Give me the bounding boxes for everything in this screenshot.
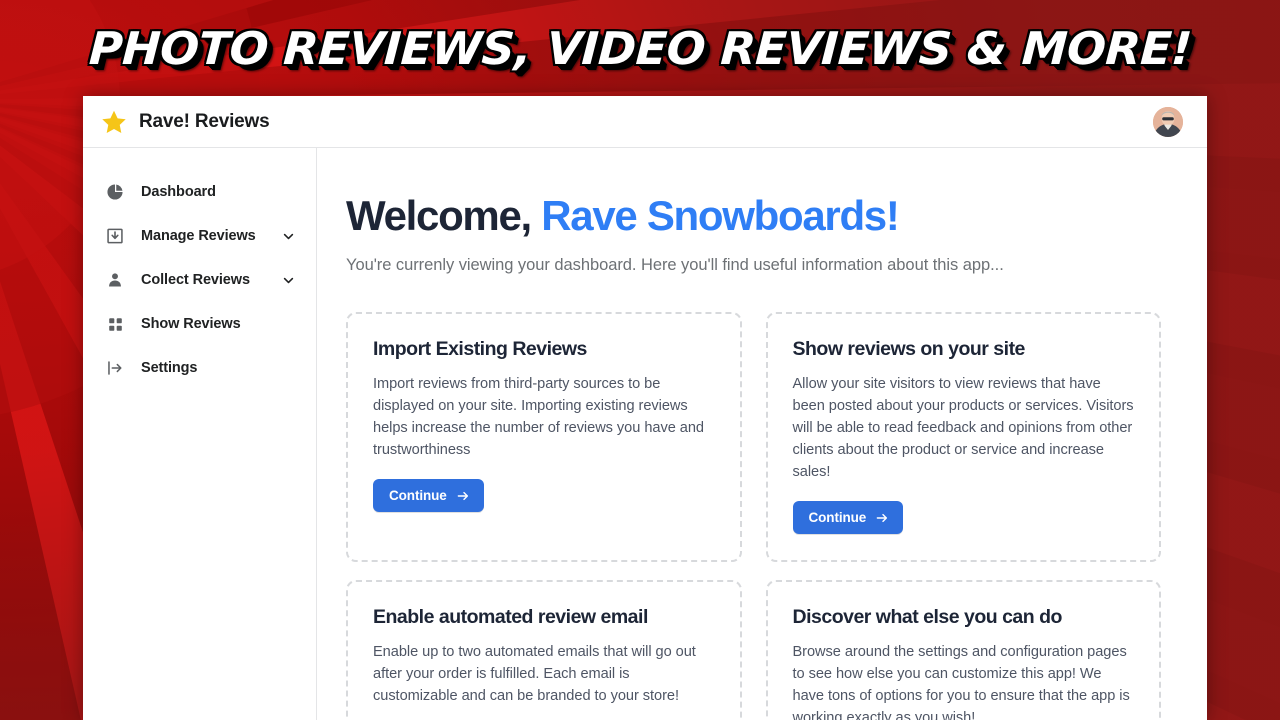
store-name: Rave Snowboards! — [541, 192, 900, 239]
card-body: Allow your site visitors to view reviews… — [792, 376, 1134, 481]
sidebar-item-collect-reviews[interactable]: Collect Reviews — [83, 258, 316, 302]
chevron-down-icon[interactable] — [281, 229, 296, 244]
app-topbar: Rave! Reviews — [83, 96, 1207, 148]
main-content: Welcome, Rave Snowboards! You're currenl… — [317, 148, 1207, 720]
grid-icon — [105, 314, 125, 334]
sidebar-item-label: Dashboard — [141, 184, 216, 200]
arrow-right-icon — [457, 491, 468, 500]
chevron-down-icon[interactable] — [281, 273, 296, 288]
page-title: Welcome, Rave Snowboards! — [346, 192, 1161, 239]
pie-chart-icon — [105, 182, 125, 202]
page-subtitle: You're currenly viewing your dashboard. … — [346, 256, 1004, 275]
promo-banner: PHOTO REVIEWS, VIDEO REVIEWS & MORE! — [0, 0, 1280, 96]
import-box-icon — [105, 226, 125, 246]
arrow-right-icon — [876, 513, 888, 522]
app-brand[interactable]: Rave! Reviews — [101, 109, 270, 135]
continue-button-label: Continue — [808, 510, 867, 526]
sidebar-item-manage-reviews[interactable]: Manage Reviews — [83, 214, 316, 258]
card-discover-what-else-you-can-do: Discover what else you can do Browse aro… — [765, 580, 1161, 720]
sidebar-item-dashboard[interactable]: Dashboard — [83, 170, 316, 214]
app-window: Rave! Reviews Dashboard Manage Reviews C… — [83, 96, 1207, 720]
sidebar-item-show-reviews[interactable]: Show Reviews — [83, 302, 316, 346]
card-title: Enable automated review email — [373, 606, 648, 629]
sidebar-item-label: Collect Reviews — [141, 272, 250, 288]
onboarding-card-grid: Import Existing Reviews Import reviews f… — [346, 312, 1161, 720]
card-import-existing-reviews: Import Existing Reviews Import reviews f… — [346, 312, 742, 563]
promo-banner-text: PHOTO REVIEWS, VIDEO REVIEWS & MORE! — [87, 21, 1193, 75]
continue-button[interactable]: Continue — [792, 501, 904, 535]
person-icon — [105, 270, 125, 290]
avatar[interactable] — [1153, 106, 1183, 137]
card-title: Import Existing Reviews — [373, 338, 587, 361]
app-brand-title: Rave! Reviews — [139, 110, 270, 132]
sidebar: Dashboard Manage Reviews Collect Reviews… — [83, 148, 317, 720]
card-title: Show reviews on your site — [792, 338, 1026, 361]
card-body: Enable up to two automated emails that w… — [373, 644, 696, 705]
sidebar-item-settings[interactable]: Settings — [83, 346, 316, 390]
star-icon — [102, 110, 126, 133]
card-body: Browse around the settings and configura… — [792, 644, 1130, 720]
card-enable-automated-review-email: Enable automated review email Enable up … — [346, 580, 742, 720]
card-title: Discover what else you can do — [792, 606, 1063, 629]
app-body: Dashboard Manage Reviews Collect Reviews… — [83, 148, 1207, 720]
sidebar-item-label: Manage Reviews — [141, 228, 256, 244]
card-body: Import reviews from third-party sources … — [373, 376, 704, 459]
sidebar-item-label: Show Reviews — [141, 316, 241, 332]
continue-button-label: Continue — [389, 488, 447, 504]
welcome-prefix: Welcome, — [346, 192, 542, 239]
exit-arrow-icon — [105, 358, 125, 378]
card-show-reviews-on-your-site: Show reviews on your site Allow your sit… — [765, 312, 1161, 563]
continue-button[interactable]: Continue — [373, 479, 484, 513]
sidebar-item-label: Settings — [141, 360, 198, 376]
